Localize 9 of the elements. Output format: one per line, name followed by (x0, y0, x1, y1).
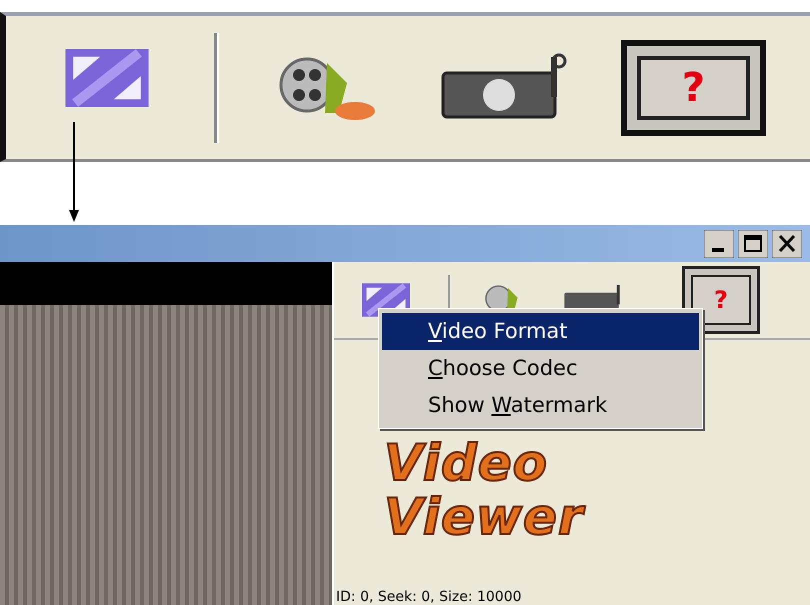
logo-text: Viewer (384, 490, 586, 544)
menu-item[interactable]: Choose Codec (382, 350, 699, 387)
close-icon[interactable] (772, 230, 802, 258)
menu-item[interactable]: Video Format (382, 313, 699, 350)
minimize-icon[interactable] (704, 230, 734, 258)
maximize-icon[interactable] (738, 230, 768, 258)
logo-text: Video (384, 436, 550, 490)
menu-item[interactable]: Show Watermark (382, 387, 699, 424)
status-text: ID: 0, Seek: 0, Size: 10000 (335, 589, 523, 605)
